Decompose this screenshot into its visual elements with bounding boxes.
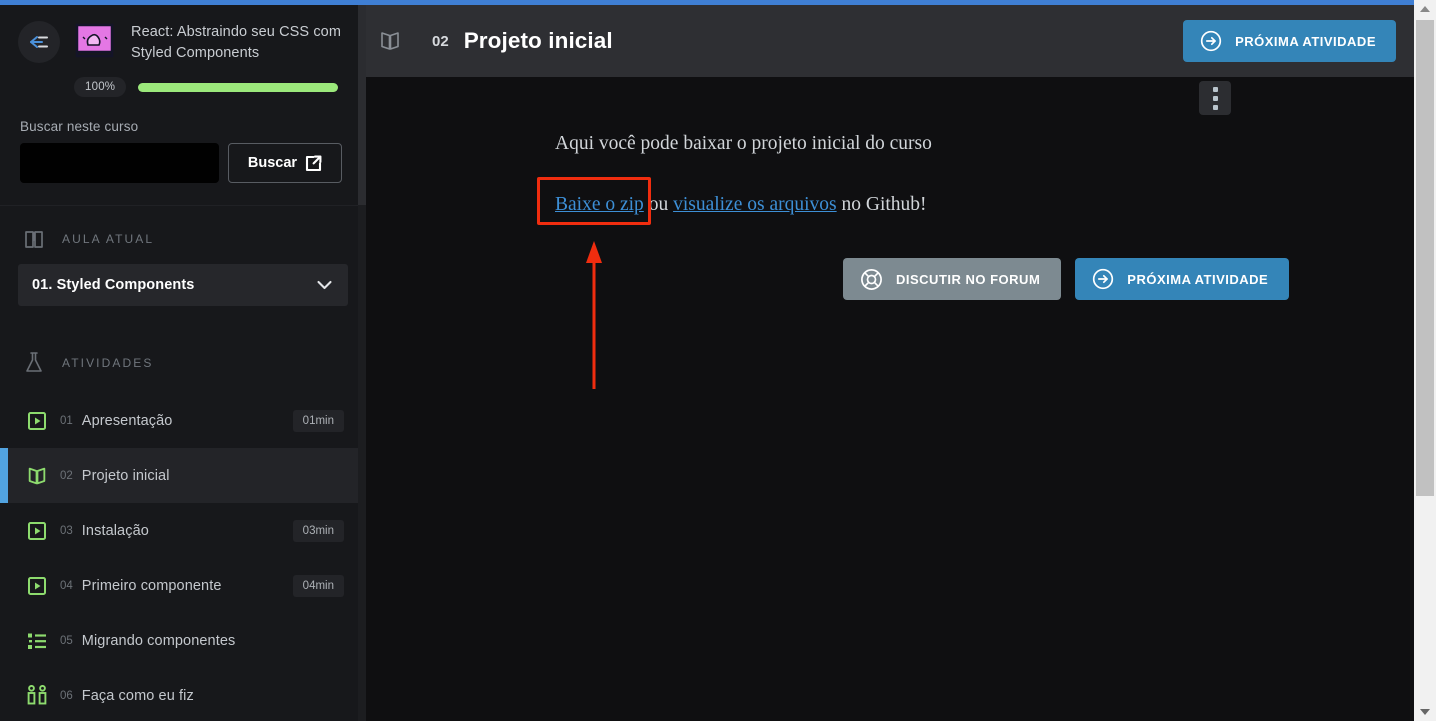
course-progress: 100% — [0, 63, 366, 98]
activities-heading: ATIVIDADES — [0, 306, 366, 375]
view-files-link[interactable]: visualize os arquivos — [673, 194, 837, 215]
video-play-icon — [26, 576, 48, 596]
download-zip-link[interactable]: Baixe o zip — [555, 194, 644, 215]
sidebar-scrollbar-track[interactable] — [358, 5, 366, 721]
course-thumbnail — [74, 23, 117, 59]
sidebar-scrollbar-thumb[interactable] — [358, 5, 366, 205]
next-activity-button[interactable]: PRÓXIMA ATIVIDADE — [1075, 258, 1290, 301]
video-play-icon — [26, 521, 48, 541]
discuss-forum-button[interactable]: DISCUTIR NO FORUM — [843, 258, 1062, 301]
list-icon — [26, 632, 48, 650]
top-accent-bar — [0, 0, 1414, 5]
scroll-up-arrow[interactable] — [1414, 0, 1436, 18]
content-links-line: Baixe o zip ou visualize os arquivos no … — [366, 194, 1414, 216]
activity-number: 02 — [432, 32, 449, 50]
current-lesson-heading-label: AULA ATUAL — [62, 232, 155, 247]
flask-icon — [26, 352, 42, 372]
main-content-area: 02 Projeto inicial PRÓXIMA ATIVIDADE Aqu… — [366, 5, 1414, 721]
activity-item-06[interactable]: 06 Faça como eu fiz — [0, 668, 366, 721]
activity-item-number: 01 — [60, 414, 73, 427]
page-scrollbar[interactable] — [1414, 0, 1436, 721]
chevron-down-icon — [317, 281, 332, 290]
next-activity-button-header[interactable]: PRÓXIMA ATIVIDADE — [1183, 20, 1396, 62]
action-button-label: PRÓXIMA ATIVIDADE — [1127, 271, 1269, 287]
search-button[interactable]: Buscar — [228, 143, 342, 184]
activity-item-label: Faça como eu fiz — [81, 687, 194, 704]
activity-item-03[interactable]: 03 Instalação 03min — [0, 503, 366, 558]
activity-item-label: Primeiro componente — [81, 577, 222, 594]
activity-header: 02 Projeto inicial PRÓXIMA ATIVIDADE — [366, 5, 1414, 77]
progress-bar-track — [138, 82, 338, 92]
activity-item-label: Migrando componentes — [81, 632, 236, 649]
current-lesson-dropdown[interactable]: 01. Styled Components — [18, 264, 348, 307]
arrow-right-circle-icon — [1200, 30, 1222, 52]
activity-item-label: Instalação — [81, 522, 149, 539]
search-button-label: Buscar — [247, 155, 298, 172]
progress-percent-label: 100% — [74, 77, 127, 98]
current-lesson-heading: AULA ATUAL — [0, 206, 366, 250]
arrow-right-circle-icon — [1092, 268, 1114, 290]
current-lesson-label: 01. Styled Components — [32, 277, 195, 294]
activity-content: Aqui você pode baixar o projeto inicial … — [366, 77, 1414, 389]
activity-actions: DISCUTIR NO FORUM PRÓXIMA ATIVIDADE — [366, 258, 1414, 301]
book-icon — [25, 231, 43, 249]
progress-bar-fill — [138, 82, 338, 92]
arrow-left-collapse-icon — [30, 36, 48, 48]
content-paragraph: Aqui você pode baixar o projeto inicial … — [555, 133, 932, 154]
people-icon — [26, 685, 48, 706]
activity-item-number: 05 — [60, 634, 73, 647]
course-header: React: Abstraindo seu CSS com Styled Com… — [0, 5, 366, 63]
book-open-icon — [378, 29, 402, 53]
search-input[interactable] — [20, 143, 219, 184]
next-activity-button-header-label: PRÓXIMA ATIVIDADE — [1235, 33, 1376, 49]
lifebuoy-icon — [860, 268, 883, 291]
activities-heading-label: ATIVIDADES — [62, 356, 154, 371]
activity-item-01[interactable]: 01 Apresentação 01min — [0, 393, 366, 448]
activity-item-duration: 04min — [292, 574, 344, 597]
activity-item-label: Apresentação — [81, 412, 173, 429]
activity-item-02[interactable]: 02 Projeto inicial — [0, 448, 366, 504]
activity-item-number: 02 — [60, 469, 73, 482]
activity-item-number: 03 — [60, 524, 73, 537]
links-tail-text: no Github! — [836, 194, 927, 216]
activity-item-duration: 01min — [292, 409, 344, 432]
activity-item-label: Projeto inicial — [81, 467, 170, 484]
book-open-icon — [26, 465, 48, 487]
course-sidebar: React: Abstraindo seu CSS com Styled Com… — [0, 5, 366, 721]
search-label: Buscar neste curso — [20, 119, 139, 135]
links-separator-text: ou — [643, 194, 674, 216]
active-indicator — [0, 448, 8, 504]
video-play-icon — [26, 411, 48, 431]
course-search: Buscar neste curso Buscar — [0, 97, 366, 184]
activity-item-number: 04 — [60, 579, 73, 592]
scroll-down-arrow[interactable] — [1414, 703, 1436, 721]
activities-list: 01 Apresentação 01min 02 Projeto inicial 03 In… — [0, 393, 366, 721]
activity-item-04[interactable]: 04 Primeiro componente 04min — [0, 558, 366, 613]
activity-item-05[interactable]: 05 Migrando componentes — [0, 613, 366, 668]
external-link-icon — [306, 155, 322, 171]
page-title: Projeto inicial — [463, 28, 613, 53]
page-scrollbar-thumb[interactable] — [1416, 20, 1434, 496]
course-title: React: Abstraindo seu CSS com Styled Com… — [131, 24, 342, 61]
activity-item-duration: 03min — [292, 519, 344, 542]
action-button-label: DISCUTIR NO FORUM — [896, 271, 1041, 287]
collapse-sidebar-button[interactable] — [18, 21, 60, 63]
activity-item-number: 06 — [60, 689, 73, 702]
